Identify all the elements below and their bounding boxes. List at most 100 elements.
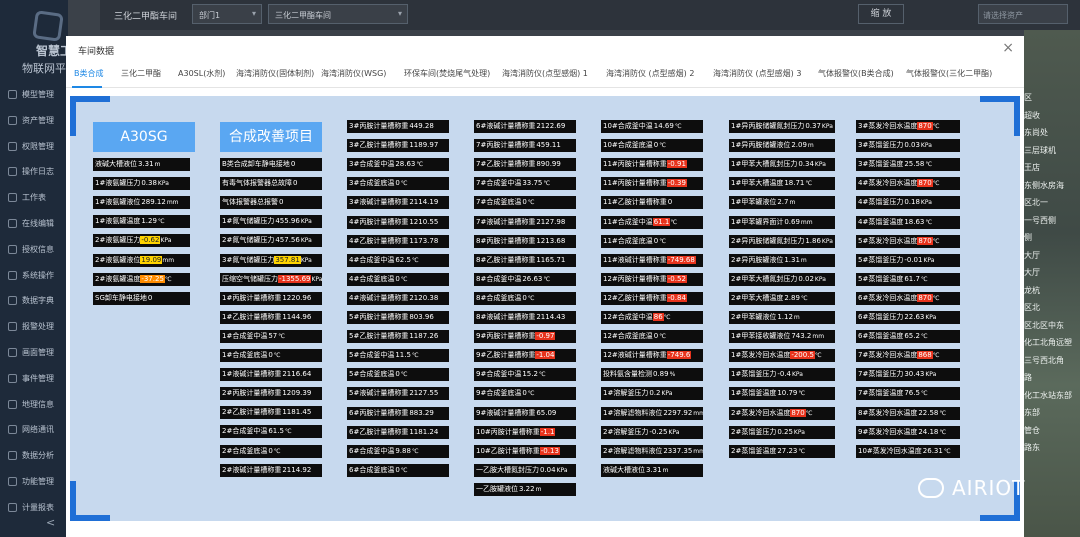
- tab[interactable]: 环保车间(焚烧尾气处理): [404, 68, 490, 79]
- data-label: 11#丙胺计量槽称重: [603, 160, 667, 169]
- data-label: 9#液碱计量槽称重: [476, 408, 536, 417]
- asset-search-input[interactable]: 请选择资产: [978, 4, 1068, 24]
- data-row: 8#蒸发冷回水温度22.58℃: [856, 406, 960, 420]
- data-unit: ℃: [805, 180, 813, 188]
- sidebar-item-label: 在线编辑: [22, 219, 54, 228]
- data-value: 0.69: [784, 217, 800, 226]
- sidebar-item[interactable]: 在线编辑: [0, 213, 68, 233]
- sidebar-item[interactable]: 模型管理: [0, 84, 68, 104]
- tab[interactable]: B类合成: [74, 68, 104, 79]
- sidebar-item[interactable]: 画面管理: [0, 342, 68, 362]
- tab[interactable]: 海湾消防仪(固体制剂): [236, 68, 314, 79]
- department-select[interactable]: 部门1 ▾: [192, 4, 262, 24]
- data-value: 0.89: [653, 370, 669, 379]
- map-background[interactable]: [1024, 30, 1080, 537]
- data-unit: %: [669, 371, 676, 379]
- data-row: 5#乙胺计量槽称重1187.26: [347, 330, 449, 344]
- data-label: 2#合成釜中温: [222, 427, 268, 436]
- data-row: 2#溶解滤物料液位2337.35mm: [601, 444, 703, 458]
- sidebar-item[interactable]: 授权信息: [0, 239, 68, 259]
- sidebar-item[interactable]: 数据分析: [0, 445, 68, 465]
- data-label: 1#合成釜中温: [222, 331, 268, 340]
- data-value: 1.31: [784, 255, 800, 264]
- data-unit: ℃: [659, 237, 666, 245]
- data-label: 1#甲苯罐界面计: [731, 217, 784, 226]
- data-unit: ℃: [273, 447, 281, 455]
- sidebar-item[interactable]: 工作表: [0, 187, 68, 207]
- data-label: 投料氨含量检测: [603, 370, 652, 379]
- data-value: 15.2: [522, 370, 538, 379]
- workshop-select[interactable]: 三化二甲酯车间 ▾: [268, 4, 408, 24]
- tab[interactable]: 气体报警仪(三化二甲酯): [906, 68, 992, 79]
- sidebar-item[interactable]: 计量报表: [0, 497, 68, 517]
- data-unit: KPa: [300, 237, 312, 245]
- data-label: 11#乙胺计量槽称重: [603, 198, 667, 207]
- data-value: 1220.96: [282, 293, 312, 302]
- data-unit: KPa: [814, 161, 826, 169]
- data-unit: ℃: [798, 390, 806, 398]
- data-value: 14.69: [653, 122, 674, 130]
- tab[interactable]: 气体报警仪(B类合成): [818, 68, 894, 79]
- sidebar-item[interactable]: 系统操作: [0, 265, 68, 285]
- data-unit: ℃: [670, 218, 678, 226]
- zoom-button[interactable]: 缩 放: [858, 4, 904, 24]
- data-label: 12#合成釜中温: [603, 313, 653, 321]
- tab[interactable]: 海湾消防仪(点型感烟) 1: [502, 68, 588, 79]
- data-row: 2#异丙胺罐液位1.31m: [729, 253, 835, 267]
- data-row: 7#蒸发冷回水温度868℃: [856, 349, 960, 363]
- sidebar-item-label: 报警处理: [22, 322, 54, 332]
- sidebar-item[interactable]: 权限管理: [0, 136, 68, 156]
- data-row: 1#液氨罐压力0.38KPa: [93, 177, 190, 191]
- data-label: 9#丙胺计量槽称重: [476, 332, 536, 341]
- tab[interactable]: A30SL(水剂): [178, 68, 225, 79]
- data-row: 1#甲苯接收罐液位743.2mm: [729, 330, 835, 344]
- data-value: -1.04: [535, 351, 556, 360]
- data-label: 2#甲苯大槽氮封压力: [731, 274, 798, 283]
- data-value: 0.2: [649, 389, 661, 398]
- tab[interactable]: 三化二甲酯: [121, 68, 161, 79]
- data-label: 2#液氨罐温度: [95, 274, 141, 283]
- sidebar-item[interactable]: 操作日志: [0, 161, 68, 181]
- data-label: 1#溶解釜压力: [603, 389, 649, 398]
- data-value: 26.31: [922, 446, 943, 455]
- data-label: 7#合成釜中温: [476, 179, 522, 188]
- data-row: 2#溶解釜压力-0.25KPa: [601, 425, 703, 439]
- sidebar-item[interactable]: 地理信息: [0, 394, 68, 414]
- data-value: 10.79: [777, 389, 798, 398]
- data-unit: mm: [800, 218, 813, 226]
- data-row: 6#蒸馏釜压力22.63KPa: [856, 311, 960, 324]
- data-label: 4#蒸馏釜温度: [858, 217, 904, 226]
- close-icon[interactable]: ×: [1002, 40, 1014, 56]
- data-unit: ℃: [400, 180, 408, 188]
- sidebar-item[interactable]: 报警处理: [0, 316, 68, 336]
- data-row: 一乙胺罐液位3.22m: [474, 482, 576, 496]
- data-value: 65.09: [536, 408, 557, 417]
- sidebar-item[interactable]: 事件管理: [0, 368, 68, 388]
- data-row: 10#合成釜中温14.69℃: [601, 120, 703, 133]
- data-unit: ℃: [932, 294, 940, 302]
- data-unit: ℃: [527, 390, 535, 398]
- data-label: 5#蒸馏釜压力: [858, 255, 904, 264]
- sidebar-item-label: 资产管理: [22, 115, 54, 125]
- data-value: 1181.24: [409, 427, 439, 436]
- sidebar-item[interactable]: 数据字典: [0, 290, 68, 310]
- sidebar-item[interactable]: 网络通讯: [0, 419, 68, 439]
- tab[interactable]: 海湾消防仪 (点型感烟) 2: [606, 68, 694, 79]
- lock-icon: [8, 141, 17, 151]
- sidebar-item-label: 模型管理: [22, 90, 54, 99]
- data-row: 7#乙胺计量槽称重890.99: [474, 158, 576, 172]
- collapse-sidebar-button[interactable]: <: [46, 516, 55, 529]
- data-value: -0.84: [666, 293, 687, 302]
- data-row: 9#乙胺计量槽称重-1.04: [474, 349, 576, 363]
- tab[interactable]: 海湾消防仪(WSG): [321, 68, 386, 79]
- sidebar-item[interactable]: 功能管理: [0, 471, 68, 491]
- data-row: 有毒气体报警器总故障0: [220, 177, 322, 191]
- data-label: 2#液氨罐压力: [95, 236, 141, 245]
- data-row: 2#合成釜底温0℃: [220, 444, 322, 458]
- tab[interactable]: 海湾消防仪 (点型感烟) 3: [713, 68, 801, 79]
- data-row: 2#蒸馏釜温度27.23℃: [729, 444, 835, 458]
- data-value: 2127.98: [536, 217, 566, 226]
- data-row: 11#乙胺计量槽称重0: [601, 196, 703, 210]
- map-label: 路: [1024, 373, 1032, 382]
- sidebar-item[interactable]: 资产管理: [0, 110, 68, 130]
